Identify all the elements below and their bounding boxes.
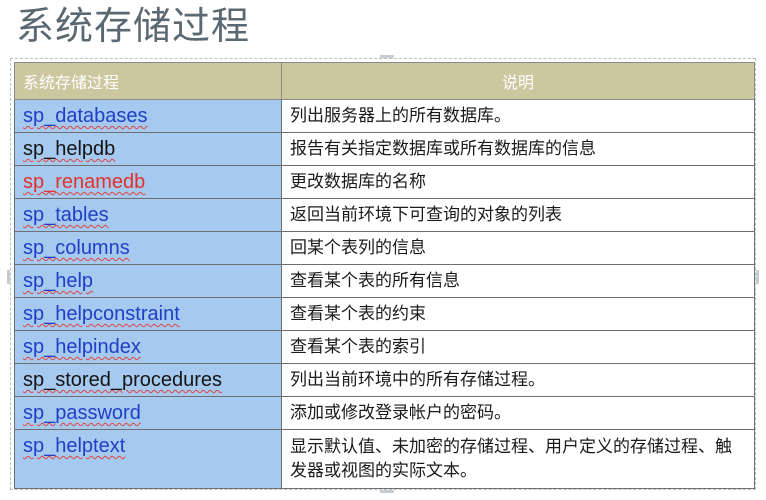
procedure-name: sp_stored_procedures — [23, 369, 223, 391]
procedure-name-cell: sp_helpdb — [14, 132, 282, 166]
procedure-name: sp_helpdb — [23, 138, 116, 160]
table-row: sp_helpindex 查看某个表的索引 — [14, 330, 755, 364]
description-cell: 添加或修改登录帐户的密码。 — [281, 396, 755, 430]
header-description: 说明 — [281, 62, 755, 100]
description-cell: 返回当前环境下可查询的对象的列表 — [281, 198, 755, 232]
description-cell: 查看某个表的索引 — [281, 330, 755, 364]
procedure-name: sp_password — [23, 402, 141, 424]
description-cell: 查看某个表的约束 — [281, 297, 755, 331]
description-cell: 回某个表列的信息 — [281, 231, 755, 265]
resize-handle-top[interactable] — [380, 55, 394, 58]
table-row: sp_renamedb 更改数据库的名称 — [14, 165, 755, 199]
procedure-name-cell: sp_columns — [14, 231, 282, 265]
procedure-name-cell: sp_help — [14, 264, 282, 298]
table-row: sp_helpconstraint 查看某个表的约束 — [14, 297, 755, 331]
procedure-name-cell: sp_helpindex — [14, 330, 282, 364]
description-cell: 更改数据库的名称 — [281, 165, 755, 199]
procedure-name: sp_helpconstraint — [23, 303, 180, 325]
table-row: sp_helptext 显示默认值、未加密的存储过程、用户定义的存储过程、触发器… — [14, 429, 755, 489]
description-cell: 显示默认值、未加密的存储过程、用户定义的存储过程、触发器或视图的实际文本。 — [281, 429, 755, 489]
table-row: sp_tables 返回当前环境下可查询的对象的列表 — [14, 198, 755, 232]
table-row: sp_password 添加或修改登录帐户的密码。 — [14, 396, 755, 430]
header-procedure-name: 系统存储过程 — [14, 62, 282, 100]
description-cell: 查看某个表的所有信息 — [281, 264, 755, 298]
description-cell: 报告有关指定数据库或所有数据库的信息 — [281, 132, 755, 166]
resize-handle-bottom[interactable] — [380, 490, 394, 493]
stored-procedures-table: 系统存储过程 说明 sp_databases 列出服务器上的所有数据库。 sp_… — [14, 62, 755, 489]
procedure-name: sp_renamedb — [23, 171, 146, 193]
procedure-name-cell: sp_stored_procedures — [14, 363, 282, 397]
procedure-name: sp_columns — [23, 237, 130, 259]
procedure-name: sp_helpindex — [23, 336, 141, 358]
table-row: sp_help 查看某个表的所有信息 — [14, 264, 755, 298]
procedure-name-cell: sp_helptext — [14, 429, 282, 489]
resize-handle-left[interactable] — [7, 270, 10, 284]
procedure-name: sp_tables — [23, 204, 109, 226]
description-cell: 列出当前环境中的所有存储过程。 — [281, 363, 755, 397]
page-title: 系统存储过程 — [16, 4, 251, 48]
procedure-name-cell: sp_databases — [14, 99, 282, 133]
table-header-row: 系统存储过程 说明 — [14, 62, 755, 100]
procedure-name-cell: sp_renamedb — [14, 165, 282, 199]
procedure-name: sp_databases — [23, 105, 148, 127]
description-cell: 列出服务器上的所有数据库。 — [281, 99, 755, 133]
table-row: sp_stored_procedures 列出当前环境中的所有存储过程。 — [14, 363, 755, 397]
resize-handle-right[interactable] — [756, 270, 759, 284]
procedure-name-cell: sp_tables — [14, 198, 282, 232]
table-row: sp_databases 列出服务器上的所有数据库。 — [14, 99, 755, 133]
table-row: sp_columns 回某个表列的信息 — [14, 231, 755, 265]
procedure-name: sp_help — [23, 270, 94, 292]
procedure-name-cell: sp_helpconstraint — [14, 297, 282, 331]
table-row: sp_helpdb 报告有关指定数据库或所有数据库的信息 — [14, 132, 755, 166]
procedure-name-cell: sp_password — [14, 396, 282, 430]
procedure-name: sp_helptext — [23, 435, 126, 457]
